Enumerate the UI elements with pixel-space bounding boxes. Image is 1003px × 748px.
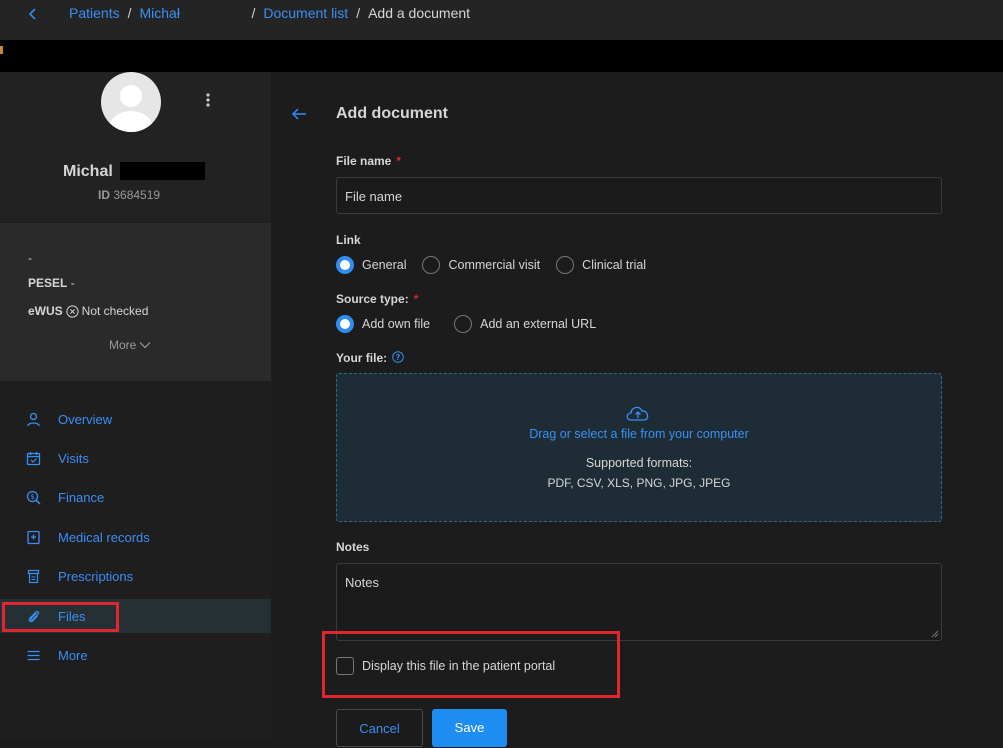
sidebar-item-label: Finance [58, 489, 105, 505]
cloud-upload-icon [626, 406, 649, 421]
sidebar-item-medical-records[interactable]: Medical records [0, 520, 271, 554]
radio-clinical-trial[interactable] [556, 256, 575, 274]
radio-label: Clinical trial [582, 258, 647, 272]
band-marker [0, 46, 3, 54]
sidebar-item-finance[interactable]: $ Finance [0, 480, 271, 514]
breadcrumb-document-list[interactable]: Document list [263, 5, 348, 21]
prescription-icon [27, 569, 40, 583]
arrow-left-icon[interactable] [290, 105, 308, 123]
toolbar-band [0, 40, 1003, 72]
chevron-down-icon [139, 342, 151, 349]
breadcrumb-current: Add a document [368, 5, 471, 21]
sidebar-item-visits[interactable]: Visits [0, 441, 271, 475]
chevron-left-icon[interactable] [24, 5, 42, 23]
patient-profile: Michal ID 3684519 [0, 72, 271, 222]
finance-search-icon: $ [26, 490, 41, 505]
svg-text:?: ? [396, 353, 401, 362]
info-placeholder: - [28, 251, 32, 265]
ewus-row: eWUS Not checked [28, 304, 149, 318]
help-icon[interactable]: ? [392, 351, 405, 363]
supported-formats-label: Supported formats: [585, 456, 693, 470]
sidebar-item-label: Overview [58, 411, 113, 427]
cancel-button[interactable]: Cancel [336, 709, 423, 747]
pesel-row: PESEL - [28, 276, 75, 290]
dropzone-select-link[interactable]: Drag or select a file from your computer [337, 427, 941, 441]
sidebar-item-overview[interactable]: Overview [0, 402, 271, 436]
link-radio-group: General Commercial visit Clinical trial [336, 256, 662, 274]
breadcrumb: Patients / Michał / Document list / Add … [69, 5, 470, 21]
calendar-icon [26, 451, 41, 465]
sidebar-item-label: Visits [58, 450, 89, 466]
redaction-block [120, 162, 205, 180]
notes-label: Notes [336, 540, 370, 554]
notes-placeholder: Notes [345, 575, 379, 590]
radio-label: Add own file [362, 317, 431, 331]
file-name-input[interactable]: File name [336, 177, 942, 214]
highlight-box-portal [322, 631, 620, 698]
file-name-label: File name * [336, 154, 402, 168]
file-dropzone[interactable]: Drag or select a file from your computer… [336, 373, 942, 522]
radio-label: General [362, 258, 407, 272]
highlight-box-files [2, 602, 119, 632]
svg-text:$: $ [30, 493, 34, 501]
more-info-toggle[interactable]: More [109, 338, 151, 352]
menu-icon [27, 650, 40, 660]
breadcrumb-separator: / [251, 5, 256, 21]
link-label: Link [336, 233, 361, 247]
radio-general[interactable] [336, 256, 354, 274]
sidebar-item-prescriptions[interactable]: Prescriptions [0, 559, 271, 593]
radio-add-own-file[interactable] [336, 315, 354, 333]
your-file-label: Your file: ? [336, 351, 405, 365]
breadcrumb-patient-name[interactable]: Michał [139, 5, 243, 21]
supported-formats-list: PDF, CSV, XLS, PNG, JPG, JPEG [547, 476, 731, 490]
sidebar-item-more[interactable]: More [0, 638, 271, 672]
radio-label: Commercial visit [448, 258, 541, 272]
patient-id: ID 3684519 [98, 188, 161, 202]
kebab-menu-icon[interactable] [205, 92, 211, 112]
patient-name: Michal [63, 163, 113, 180]
person-icon [27, 412, 40, 426]
breadcrumb-patients[interactable]: Patients [69, 5, 120, 21]
save-button[interactable]: Save [432, 709, 507, 747]
avatar [101, 72, 161, 132]
source-type-label: Source type: * [336, 292, 419, 306]
user-silhouette-icon [109, 85, 153, 132]
x-circle-icon [66, 304, 79, 318]
source-radio-group: Add own file Add an external URL [336, 315, 612, 333]
sidebar-item-label: Prescriptions [58, 568, 134, 584]
radio-label: Add an external URL [480, 317, 597, 331]
radio-commercial-visit[interactable] [422, 256, 441, 274]
radio-external-url[interactable] [454, 315, 473, 333]
breadcrumb-separator: / [127, 5, 132, 21]
resize-handle-icon[interactable] [931, 630, 939, 638]
notes-textarea[interactable]: Notes [336, 563, 942, 641]
patient-sidebar: Michal ID 3684519 - PESEL - eWUS Not che… [0, 72, 271, 740]
breadcrumb-separator: / [356, 5, 361, 21]
page-title: Add document [336, 105, 448, 122]
sidebar-item-label: Medical records [58, 529, 150, 545]
patient-info-panel: - PESEL - eWUS Not checked More [0, 223, 271, 381]
sidebar-item-label: More [58, 647, 88, 663]
medical-record-icon [27, 530, 40, 544]
top-bar: Patients / Michał / Document list / Add … [0, 0, 1003, 40]
